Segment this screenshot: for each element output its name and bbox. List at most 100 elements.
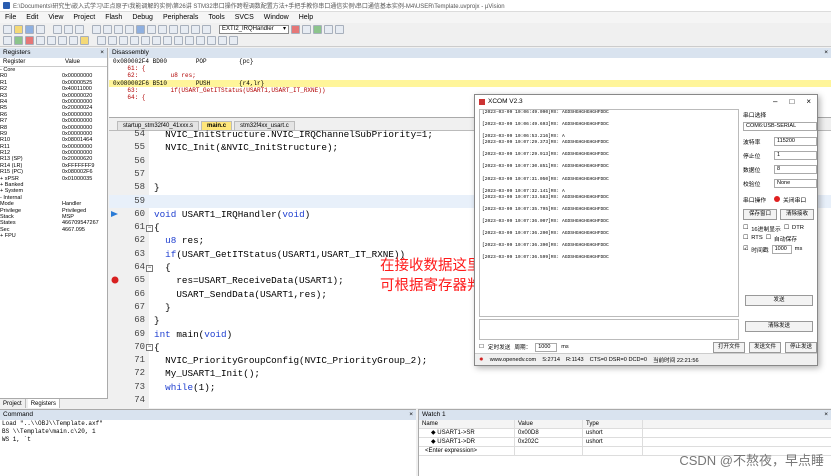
menu-item-view[interactable]: View bbox=[48, 14, 63, 21]
open-folder-icon[interactable] bbox=[14, 24, 23, 34]
step-into-icon[interactable] bbox=[36, 36, 45, 45]
minimize-icon[interactable]: – bbox=[773, 97, 777, 106]
menu-item-help[interactable]: Help bbox=[299, 14, 313, 21]
new-file-icon[interactable] bbox=[3, 24, 12, 34]
watch-row[interactable]: ◆ USART1->DR 0x202C ushort bbox=[419, 438, 831, 447]
menu-item-edit[interactable]: Edit bbox=[26, 14, 38, 21]
register-row[interactable]: + FPU bbox=[0, 233, 107, 239]
trace-window-icon[interactable] bbox=[196, 36, 205, 45]
find-icon[interactable] bbox=[291, 24, 300, 34]
bookmark-next-icon[interactable] bbox=[158, 24, 167, 34]
send-file-button[interactable]: 发送文件 bbox=[749, 341, 781, 353]
close-icon[interactable]: × bbox=[409, 410, 413, 420]
cut-icon[interactable] bbox=[53, 24, 62, 34]
disassembly-line[interactable]: 63: if(USART_GetITStatus(USART1,USART_IT… bbox=[109, 87, 831, 94]
watch-value[interactable]: 0x202C bbox=[515, 438, 583, 446]
paste-icon[interactable] bbox=[75, 24, 84, 34]
disassembly-window-icon[interactable] bbox=[108, 36, 117, 45]
reset-icon[interactable] bbox=[3, 36, 12, 45]
settings-gear-icon[interactable]: ✹ bbox=[479, 357, 484, 363]
step-out-icon[interactable] bbox=[58, 36, 67, 45]
tools-icon[interactable] bbox=[335, 24, 344, 34]
website-link[interactable]: www.openedv.com bbox=[490, 357, 537, 363]
save-icon[interactable] bbox=[25, 24, 34, 34]
symbols-window-icon[interactable] bbox=[119, 36, 128, 45]
serial-window-icon[interactable] bbox=[174, 36, 183, 45]
open-file-button[interactable]: 打开文件 bbox=[713, 341, 745, 353]
stop-send-button[interactable]: 停止发送 bbox=[785, 341, 817, 353]
menu-item-tools[interactable]: Tools bbox=[208, 14, 224, 21]
copy-icon[interactable] bbox=[64, 24, 73, 34]
auto-save-checkbox[interactable]: ☐ bbox=[766, 235, 771, 241]
disassembly-line[interactable]: 0x080002F4 BD00 POP {pc} bbox=[109, 58, 831, 65]
command-window-icon[interactable] bbox=[97, 36, 106, 45]
debug-settings-icon[interactable] bbox=[229, 36, 238, 45]
menu-item-flash[interactable]: Flash bbox=[105, 14, 122, 21]
nav-forward-icon[interactable] bbox=[125, 24, 134, 34]
close-icon[interactable]: × bbox=[806, 97, 811, 106]
hex-display-checkbox[interactable]: ☐ bbox=[743, 225, 748, 231]
xcom-send-input[interactable] bbox=[479, 319, 739, 340]
menu-item-file[interactable]: File bbox=[5, 14, 16, 21]
send-button[interactable]: 发送 bbox=[745, 295, 813, 306]
watch-value[interactable] bbox=[515, 447, 583, 455]
registers-window-icon[interactable] bbox=[130, 36, 139, 45]
uncomment-icon[interactable] bbox=[202, 24, 211, 34]
code-line[interactable]: 73 while(1); bbox=[109, 381, 831, 394]
watch-window-icon[interactable] bbox=[152, 36, 161, 45]
menu-item-debug[interactable]: Debug bbox=[132, 14, 153, 21]
xcom-receive-area[interactable]: [2023-03-09 10:06:49.090]RX: AGDSHGHGHGH… bbox=[479, 109, 739, 317]
save-window-button[interactable]: 保存窗口 bbox=[743, 208, 777, 220]
close-icon[interactable]: × bbox=[824, 410, 828, 420]
close-icon[interactable]: × bbox=[824, 48, 828, 58]
indent-icon[interactable] bbox=[169, 24, 178, 34]
run-icon[interactable] bbox=[14, 36, 23, 45]
disassembly-line[interactable]: 0x080002F6 B510 PUSH {r4,lr} bbox=[109, 79, 831, 87]
dtr-checkbox[interactable]: ☐ bbox=[784, 225, 789, 231]
close-port-button[interactable]: 关闭串口 bbox=[783, 195, 806, 204]
find-in-files-icon[interactable] bbox=[302, 24, 311, 34]
step-over-icon[interactable] bbox=[47, 36, 56, 45]
menu-item-peripherals[interactable]: Peripherals bbox=[163, 14, 198, 21]
parity-select[interactable]: None bbox=[774, 178, 817, 188]
watch-name[interactable]: <Enter expression> bbox=[419, 447, 515, 455]
code-line[interactable]: 74 bbox=[109, 394, 831, 407]
watch-row[interactable]: ◆ USART1->SR 0x00D8 ushort bbox=[419, 429, 831, 438]
memory-window-icon[interactable] bbox=[163, 36, 172, 45]
stop-icon[interactable] bbox=[25, 36, 34, 45]
disassembly-line[interactable]: 62: u8 res; bbox=[109, 72, 831, 79]
bookmark-icon[interactable] bbox=[136, 24, 145, 34]
menu-item-svcs[interactable]: SVCS bbox=[235, 14, 254, 21]
baud-select[interactable]: 115200 bbox=[774, 136, 817, 146]
redo-icon[interactable] bbox=[103, 24, 112, 34]
menu-item-window[interactable]: Window bbox=[264, 14, 289, 21]
clear-send-button[interactable]: 清除发送 bbox=[745, 321, 813, 332]
port-select[interactable]: COM6:USB-SERIAL bbox=[743, 121, 817, 131]
call-stack-icon[interactable] bbox=[141, 36, 150, 45]
analysis-window-icon[interactable] bbox=[185, 36, 194, 45]
save-all-icon[interactable] bbox=[36, 24, 45, 34]
debug-icon[interactable] bbox=[313, 24, 322, 34]
tab-project[interactable]: Project bbox=[0, 399, 26, 408]
tab-registers[interactable]: Registers bbox=[27, 399, 61, 408]
comment-icon[interactable] bbox=[191, 24, 200, 34]
maximize-icon[interactable]: □ bbox=[789, 97, 794, 106]
run-to-cursor-icon[interactable] bbox=[69, 36, 78, 45]
nav-back-icon[interactable] bbox=[114, 24, 123, 34]
close-icon[interactable]: × bbox=[100, 48, 104, 58]
outdent-icon[interactable] bbox=[180, 24, 189, 34]
disassembly-line[interactable]: 61: { bbox=[109, 65, 831, 72]
timestamp-input[interactable]: 1000 bbox=[771, 244, 792, 254]
data-select[interactable]: 8 bbox=[774, 164, 817, 174]
show-next-statement-icon[interactable] bbox=[80, 36, 89, 45]
watch-value[interactable]: 0x00D8 bbox=[515, 429, 583, 437]
config-icon[interactable] bbox=[324, 24, 333, 34]
code-line[interactable]: 72 My_USART1_Init(); bbox=[109, 367, 831, 380]
watch-name[interactable]: ◆ USART1->SR bbox=[419, 429, 515, 437]
system-viewer-icon[interactable] bbox=[207, 36, 216, 45]
period-input[interactable]: 1000 bbox=[535, 342, 558, 352]
stop-select[interactable]: 1 bbox=[774, 150, 817, 160]
rts-checkbox[interactable]: ☐ bbox=[743, 235, 748, 241]
timed-send-checkbox[interactable]: ☐ bbox=[479, 344, 484, 350]
function-combo[interactable]: EXTI2_IRQHandler ▾ bbox=[219, 24, 289, 34]
